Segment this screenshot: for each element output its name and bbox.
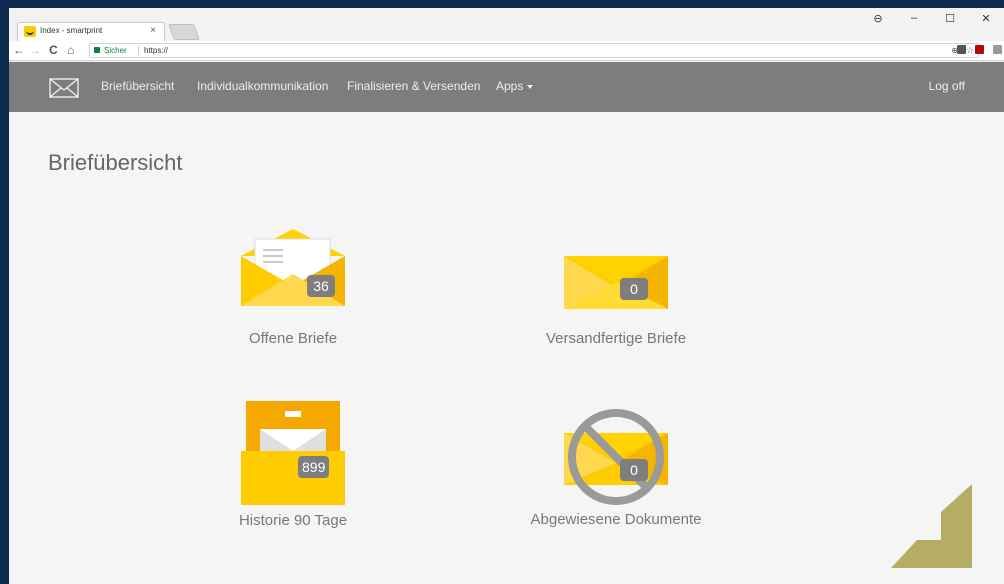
home-button[interactable]: ⌂	[67, 43, 74, 57]
profile-icon[interactable]: ⊖	[860, 12, 896, 25]
count-badge: 0	[620, 278, 648, 300]
tile-label: Versandfertige Briefe	[545, 330, 687, 347]
tab-close-icon[interactable]: ×	[150, 25, 156, 36]
address-bar[interactable]: Sicher https:// ⊕ ☆	[89, 43, 979, 58]
tab-title: Index - smartprint	[40, 26, 103, 35]
extensions	[957, 45, 1002, 54]
page-title: Briefübersicht	[48, 150, 183, 175]
new-tab-button[interactable]	[168, 24, 200, 40]
tab-strip: Index - smartprint × ⊖ – ☐ ✕	[9, 8, 1004, 42]
forward-button[interactable]: →	[29, 43, 41, 57]
archive-box-icon	[241, 401, 345, 505]
tile-label: Offene Briefe	[248, 330, 338, 347]
extension-icon[interactable]	[993, 45, 1002, 54]
browser-toolbar: ← → C ⌂ Sicher https:// ⊕ ☆	[9, 41, 1004, 61]
app-navbar: Briefübersicht Individualkommunikation F…	[9, 62, 1004, 112]
tile-offene-briefe[interactable]: 36 Offene Briefe	[173, 226, 413, 347]
nav-finalisieren-versenden[interactable]: Finalisieren & Versenden	[347, 79, 480, 93]
open-envelope-icon	[241, 229, 345, 306]
count-badge: 899	[298, 456, 330, 478]
count-badge: 36	[307, 275, 335, 297]
nav-apps-label: Apps	[496, 79, 524, 93]
tile-versandfertige-briefe[interactable]: 0 Versandfertige Briefe	[496, 226, 736, 347]
closed-envelope-icon	[564, 256, 668, 309]
tile-label: Abgewiesene Dokumente	[530, 511, 702, 528]
minimize-button[interactable]: –	[896, 12, 932, 24]
pdf-extension-icon[interactable]	[975, 45, 984, 54]
logoff-link[interactable]: Log off	[929, 79, 965, 93]
secure-label: Sicher	[104, 46, 127, 55]
count-badge: 0	[620, 459, 648, 481]
nav-briefuebersicht[interactable]: Briefübersicht	[101, 79, 174, 93]
maximize-button[interactable]: ☐	[932, 12, 968, 25]
main-content: Briefübersicht 36 Offene Briefe 0 Versan…	[9, 112, 1004, 584]
rejected-envelope-icon	[564, 409, 668, 505]
nav-apps-dropdown[interactable]: Apps	[496, 79, 534, 93]
reload-button[interactable]: C	[49, 43, 58, 57]
decorative-corner-shape	[891, 484, 972, 568]
url-separator	[138, 46, 139, 55]
extension-icon[interactable]	[957, 45, 966, 54]
chevron-down-icon	[527, 84, 534, 89]
browser-tab[interactable]: Index - smartprint ×	[17, 22, 165, 42]
url-text[interactable]: https://	[144, 44, 168, 57]
close-window-button[interactable]: ✕	[968, 12, 1004, 25]
post-horn-favicon-icon	[24, 26, 36, 37]
tile-abgewiesene-dokumente[interactable]: 0 Abgewiesene Dokumente	[496, 405, 736, 528]
browser-window: Index - smartprint × ⊖ – ☐ ✕ ← → C ⌂ Sic…	[9, 8, 1004, 584]
tile-label: Historie 90 Tage	[238, 512, 348, 529]
lock-icon	[94, 47, 100, 53]
tile-historie-90-tage[interactable]: 899 Historie 90 Tage	[173, 399, 413, 529]
nav-individualkommunikation[interactable]: Individualkommunikation	[197, 79, 328, 93]
window-controls: ⊖ – ☐ ✕	[860, 8, 1004, 28]
envelope-logo-icon[interactable]	[49, 78, 79, 98]
back-button[interactable]: ←	[13, 43, 25, 57]
